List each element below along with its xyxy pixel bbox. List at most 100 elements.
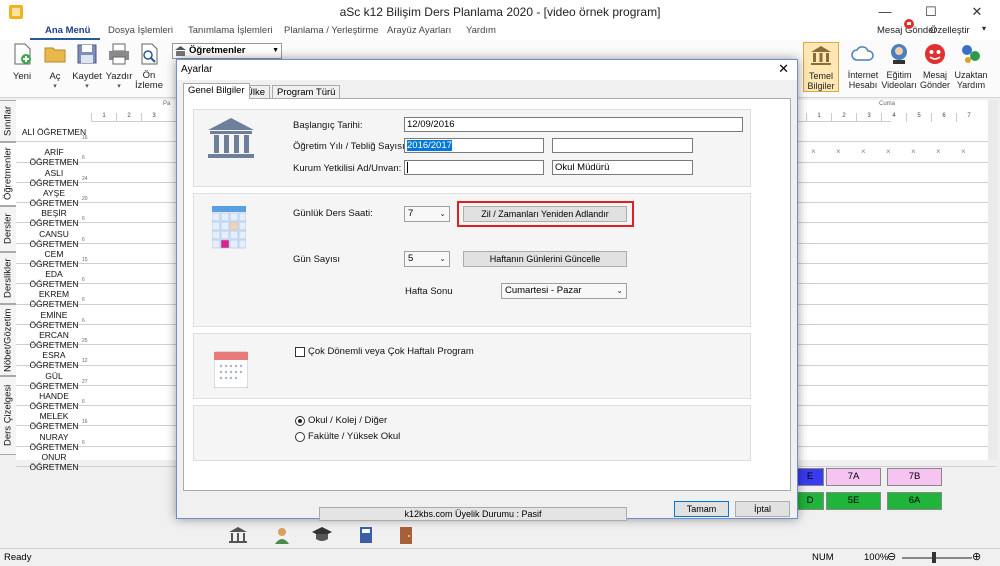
yazdir-button[interactable]: Yazdır ▾ xyxy=(102,42,136,90)
general-info-section: Başlangıç Tarihi: 12/09/2016 Öğretim Yıl… xyxy=(193,109,751,187)
institution-icon xyxy=(208,118,254,158)
cok-donemli-checkbox[interactable] xyxy=(295,347,305,357)
teacher-lesson-count: 12 xyxy=(82,358,88,365)
gunluk-ders-saati-select[interactable]: 7 ⌄ xyxy=(404,206,450,222)
schedule-grid-icon xyxy=(212,206,246,249)
internet-hesabi-button[interactable]: İnternet Hesabı xyxy=(845,42,881,90)
zoom-slider[interactable] xyxy=(902,557,972,559)
ozellestir-chevron-icon[interactable]: ▾ xyxy=(982,24,986,33)
radio-fakulte[interactable] xyxy=(295,432,305,442)
teacher-name: ONUR ÖĞRETMEN xyxy=(29,451,79,472)
class-button[interactable]: E xyxy=(796,468,824,486)
class-button[interactable]: D xyxy=(796,492,824,510)
teacher-icon[interactable] xyxy=(272,526,292,544)
iptal-button[interactable]: İptal xyxy=(735,501,790,517)
door-icon[interactable] xyxy=(396,526,416,544)
dialog-title: Ayarlar xyxy=(181,64,213,75)
teacher-lesson-count: 16 xyxy=(82,135,88,141)
calendar-icon xyxy=(214,351,248,388)
unavailable-mark[interactable]: × xyxy=(861,147,866,156)
unavailable-mark[interactable]: × xyxy=(911,147,916,156)
close-window-button[interactable]: ✕ xyxy=(954,0,1000,24)
tab-program-turu[interactable]: Program Türü xyxy=(272,85,341,99)
kaydet-label: Kaydet xyxy=(72,71,102,82)
uzaktan-yardim-button[interactable]: Uzaktan Yardım xyxy=(951,42,991,90)
unavailable-mark[interactable]: × xyxy=(886,147,891,156)
ozellestir-menu[interactable]: Özelleştir xyxy=(930,25,970,36)
temel-label-1: Temel xyxy=(808,71,833,81)
unavailable-mark[interactable]: × xyxy=(961,147,966,156)
class-button[interactable]: 7A xyxy=(826,468,881,486)
tab-planlama[interactable]: Planlama / Yerleştirme xyxy=(284,25,379,36)
unavailable-mark[interactable]: × xyxy=(836,147,841,156)
zoom-slider-thumb[interactable] xyxy=(932,552,936,563)
dialog-close-button[interactable]: ✕ xyxy=(778,61,789,77)
book-icon[interactable] xyxy=(356,526,376,544)
unavailable-mark[interactable]: × xyxy=(811,147,816,156)
zoom-in-icon[interactable]: ⊕ xyxy=(972,550,981,563)
ogretim-yili-input[interactable]: 2016/2017 xyxy=(404,138,544,153)
yazdir-dropdown-icon[interactable]: ▾ xyxy=(102,82,136,90)
tab-ana-menu[interactable]: Ana Menü xyxy=(45,25,90,36)
vtab-dersler[interactable]: Dersler xyxy=(0,206,16,252)
unavailable-mark[interactable]: × xyxy=(936,147,941,156)
tab-yardim[interactable]: Yardım xyxy=(466,25,496,36)
vtab-nobet-gozetim[interactable]: Nöbet/Gözetim xyxy=(0,304,16,376)
ogretim-yili-value: 2016/2017 xyxy=(407,140,452,151)
yeni-button[interactable]: Yeni xyxy=(5,42,39,82)
gun-sayisi-select[interactable]: 5 ⌄ xyxy=(404,251,450,267)
dialog-title-bar: Ayarlar ✕ xyxy=(177,60,797,80)
kurum-yetkilisi-input[interactable] xyxy=(404,160,544,175)
new-file-icon xyxy=(14,43,31,65)
egitim-label-1: Eğitim xyxy=(886,70,912,80)
day-label-left: Pa xyxy=(163,101,171,107)
vtab-derslikler[interactable]: Derslikler xyxy=(0,252,16,304)
egitim-videolari-button[interactable]: Eğitim Videoları xyxy=(880,42,918,90)
class-button[interactable]: 6A xyxy=(887,492,942,510)
grid-scrollbar[interactable] xyxy=(988,100,998,460)
kaydet-dropdown-icon[interactable]: ▾ xyxy=(70,82,104,90)
class-button[interactable]: 7B xyxy=(887,468,942,486)
graduation-cap-icon[interactable] xyxy=(312,526,332,544)
period-header: 5 xyxy=(906,113,931,122)
vtab-ders-cizelgesi[interactable]: Ders Çizelgesi xyxy=(0,376,16,455)
tab-tanimlama-islemleri[interactable]: Tanımlama İşlemleri xyxy=(188,25,272,36)
tamam-button[interactable]: Tamam xyxy=(674,501,729,517)
ders-saati-section: Günlük Ders Saati: 7 ⌄ Zil / Zamanları Y… xyxy=(193,193,751,327)
temel-label-2: Bilgiler xyxy=(807,81,835,91)
unvan-input[interactable]: Okul Müdürü xyxy=(552,160,693,175)
hafta-gunlerini-guncelle-button[interactable]: Haftanın Günlerini Güncelle xyxy=(463,251,627,267)
vtab-siniflar[interactable]: Sınıflar xyxy=(0,100,16,142)
zil-yeniden-adlandir-button[interactable]: Zil / Zamanları Yeniden Adlandır xyxy=(463,206,627,222)
mesaj-gonder-button[interactable]: Mesaj Gönder xyxy=(918,42,952,90)
tab-arayuz-ayarlari[interactable]: Arayüz Ayarları xyxy=(387,25,451,36)
radio-okul-kolej-label: Okul / Kolej / Diğer xyxy=(308,415,388,426)
tab-dosya-islemleri[interactable]: Dosya İşlemleri xyxy=(108,25,173,36)
teacher-lesson-count: 27 xyxy=(82,378,88,385)
ac-button[interactable]: Aç ▾ xyxy=(38,42,72,90)
vtab-ogretmenler[interactable]: Öğretmenler xyxy=(0,142,16,206)
period-header: 3 xyxy=(141,113,166,122)
tab-genel-bilgiler[interactable]: Genel Bilgiler xyxy=(183,83,250,99)
class-button[interactable]: 5E xyxy=(826,492,881,510)
minimize-button[interactable]: — xyxy=(862,0,908,24)
on-izleme-button[interactable]: Ön İzleme xyxy=(132,42,166,91)
mesaj-label-2: Gönder xyxy=(919,80,951,90)
institution-icon[interactable] xyxy=(228,526,248,544)
zoom-out-icon[interactable]: ⊖ xyxy=(887,550,896,563)
dialog-body: Başlangıç Tarihi: 12/09/2016 Öğretim Yıl… xyxy=(183,98,791,521)
hafta-sonu-select[interactable]: Cumartesi - Pazar ⌄ xyxy=(501,283,627,299)
remote-help-icon xyxy=(962,45,980,63)
uzaktan-label-2: Yardım xyxy=(956,80,986,90)
temel-bilgiler-button[interactable]: Temel Bilgiler xyxy=(803,42,839,92)
kaydet-button[interactable]: Kaydet ▾ xyxy=(70,42,104,90)
view-combo[interactable]: Öğretmenler ▼ xyxy=(172,43,282,59)
period-header: 6 xyxy=(931,113,956,122)
egitim-label-2: Videoları xyxy=(881,80,917,90)
ac-dropdown-icon[interactable]: ▾ xyxy=(38,82,72,90)
baslangic-tarihi-input[interactable]: 12/09/2016 xyxy=(404,117,743,132)
radio-okul-kolej[interactable] xyxy=(295,416,305,426)
teblig-sayisi-input[interactable] xyxy=(552,138,693,153)
notification-icon[interactable] xyxy=(903,18,915,30)
teacher-lesson-count: 15 xyxy=(82,256,88,263)
